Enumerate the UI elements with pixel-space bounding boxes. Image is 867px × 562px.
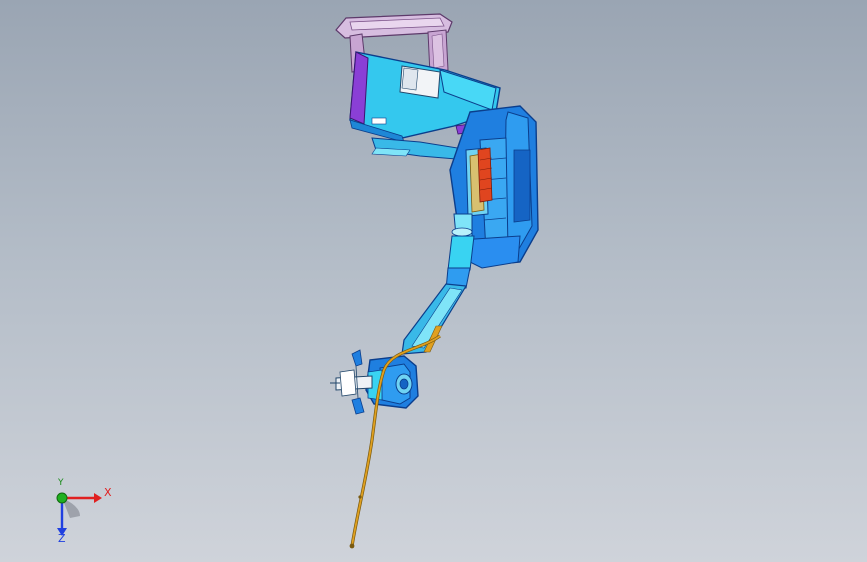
- view-orientation-triad[interactable]: X Y Z: [40, 478, 120, 548]
- wrist-assembly[interactable]: [365, 355, 419, 409]
- robot-arm-model[interactable]: [0, 0, 867, 562]
- internal-gear-detail: [465, 147, 493, 217]
- axis-z-label: Z: [58, 532, 66, 545]
- axis-x-label: X: [104, 486, 112, 499]
- lower-arm-rod[interactable]: [445, 213, 475, 291]
- tool-gripper[interactable]: [330, 349, 373, 415]
- axis-y-label: Y: [58, 478, 64, 488]
- axis-y-origin: [56, 492, 68, 504]
- forearm-link[interactable]: [401, 283, 468, 355]
- cad-graphics-viewport[interactable]: X Y Z: [0, 0, 867, 562]
